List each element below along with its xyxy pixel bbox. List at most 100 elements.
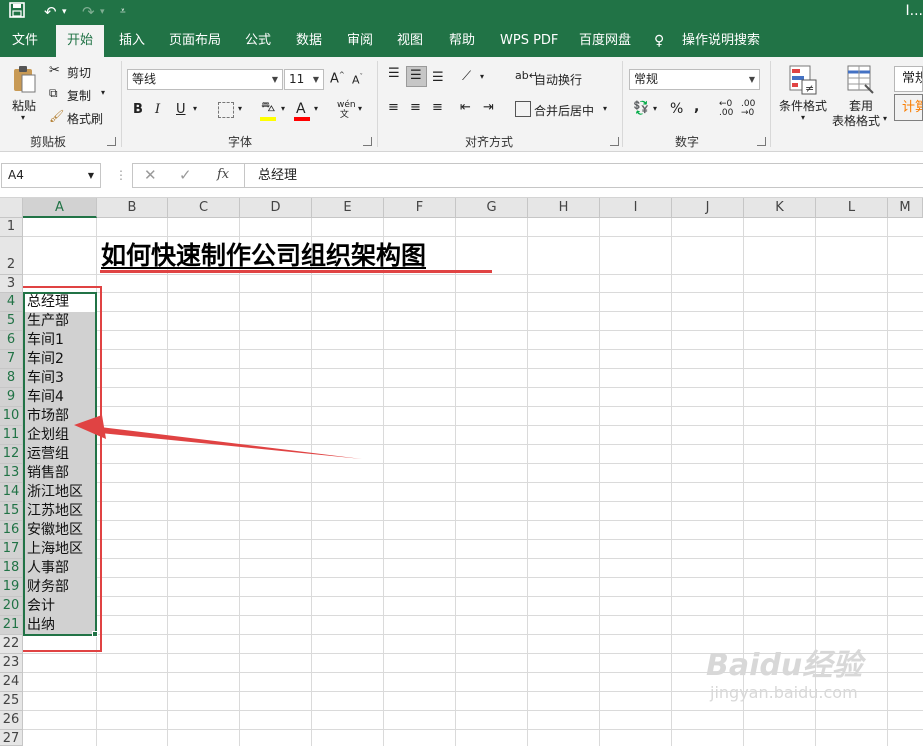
fill-color-dropdown-icon[interactable]: ▾ (281, 104, 285, 113)
undo-dropdown-icon[interactable]: ▾ (62, 2, 67, 22)
tab-home[interactable]: 开始 (56, 25, 104, 58)
row-header-6[interactable]: 6 (0, 331, 23, 350)
row-header-17[interactable]: 17 (0, 540, 23, 559)
paste-icon[interactable] (11, 65, 37, 95)
phonetic-icon[interactable]: wén 文 (337, 100, 356, 120)
save-icon[interactable] (9, 2, 25, 22)
row-header-15[interactable]: 15 (0, 502, 23, 521)
copy-button[interactable]: 复制 (67, 87, 91, 104)
tab-view[interactable]: 视图 (397, 25, 423, 57)
cancel-icon[interactable]: ✕ (144, 166, 157, 184)
column-header-f[interactable]: F (384, 198, 456, 218)
row-header-23[interactable]: 23 (0, 654, 23, 673)
currency-dropdown-icon[interactable]: ▾ (653, 104, 657, 113)
column-header-a[interactable]: A (23, 198, 97, 218)
column-header-d[interactable]: D (240, 198, 312, 218)
shrink-font-icon[interactable]: Aˇ (352, 73, 363, 87)
tell-me-search[interactable]: 操作说明搜索 (682, 25, 760, 57)
tab-file[interactable]: 文件 (12, 25, 38, 57)
tab-data[interactable]: 数据 (296, 25, 322, 57)
conditional-format-icon[interactable]: ≠ (789, 65, 817, 95)
column-header-e[interactable]: E (312, 198, 384, 218)
underline-button[interactable]: U (176, 102, 186, 117)
row-header-2[interactable]: 2 (0, 237, 23, 275)
row-header-18[interactable]: 18 (0, 559, 23, 578)
name-box[interactable]: A4 ▼ (1, 163, 101, 188)
customize-toolbar-icon[interactable]: ⩡ (120, 2, 126, 22)
row-header-1[interactable]: 1 (0, 218, 23, 237)
row-header-21[interactable]: 21 (0, 616, 23, 635)
column-header-h[interactable]: H (528, 198, 600, 218)
paste-dropdown-icon[interactable]: ▾ (21, 113, 25, 122)
phonetic-dropdown-icon[interactable]: ▾ (358, 104, 362, 113)
decrease-indent-icon[interactable]: ⇤ (460, 100, 471, 115)
format-painter-button[interactable]: 格式刷 (67, 110, 103, 127)
row-header-4[interactable]: 4 (0, 293, 23, 312)
style-normal-cell[interactable]: 常规 (894, 66, 923, 92)
tab-review[interactable]: 审阅 (347, 25, 373, 57)
comma-button[interactable]: , (694, 99, 699, 115)
italic-button[interactable]: I (155, 102, 160, 117)
increase-decimal-icon[interactable]: ←0.00 (719, 100, 733, 118)
tab-help[interactable]: 帮助 (449, 25, 475, 57)
grow-font-icon[interactable]: A^ (330, 71, 345, 86)
cut-icon[interactable]: ✂ (49, 63, 60, 78)
row-header-9[interactable]: 9 (0, 388, 23, 407)
style-calculation-cell[interactable]: 计算 (894, 94, 923, 121)
lightbulb-icon[interactable]: ♀ (654, 25, 664, 57)
row-header-20[interactable]: 20 (0, 597, 23, 616)
bottom-align-icon[interactable]: ☰ (432, 71, 444, 84)
currency-icon[interactable]: 💱 (633, 101, 649, 116)
number-format-select[interactable]: 常规 ▼ (629, 69, 760, 90)
fill-color-icon[interactable]: ⛍ (261, 99, 275, 117)
row-header-12[interactable]: 12 (0, 445, 23, 464)
format-as-table-label-2[interactable]: 表格格式 (832, 112, 880, 129)
underline-dropdown-icon[interactable]: ▾ (193, 104, 197, 113)
column-header-m[interactable]: M (888, 198, 923, 218)
row-header-19[interactable]: 19 (0, 578, 23, 597)
row-header-16[interactable]: 16 (0, 521, 23, 540)
percent-button[interactable]: % (670, 101, 683, 117)
row-header-22[interactable]: 22 (0, 635, 23, 654)
conditional-format-dropdown-icon[interactable]: ▾ (801, 113, 805, 122)
conditional-format-button[interactable]: 条件格式 (779, 97, 827, 114)
row-header-27[interactable]: 27 (0, 730, 23, 746)
undo-icon[interactable]: ↶ (44, 2, 57, 22)
clipboard-launcher-icon[interactable] (107, 137, 116, 146)
top-align-icon[interactable]: ☰ (388, 67, 400, 80)
increase-indent-icon[interactable]: ⇥ (483, 100, 494, 115)
select-all-corner[interactable] (0, 198, 23, 218)
row-header-7[interactable]: 7 (0, 350, 23, 369)
column-header-l[interactable]: L (816, 198, 888, 218)
row-header-11[interactable]: 11 (0, 426, 23, 445)
merge-center-button[interactable]: 合并后居中 (534, 102, 594, 119)
redo-dropdown-icon[interactable]: ▾ (100, 2, 105, 22)
border-dropdown-icon[interactable]: ▾ (238, 104, 242, 113)
column-header-i[interactable]: I (600, 198, 672, 218)
font-launcher-icon[interactable] (363, 137, 372, 146)
align-right-icon[interactable]: ≡ (432, 100, 443, 115)
copy-icon[interactable]: ⧉ (49, 86, 58, 101)
insert-function-button[interactable]: fx (217, 167, 229, 182)
row-header-3[interactable]: 3 (0, 275, 23, 293)
align-center-icon[interactable]: ≡ (410, 100, 421, 115)
font-name-select[interactable]: 等线 ▼ (127, 69, 283, 90)
column-header-j[interactable]: J (672, 198, 744, 218)
row-header-14[interactable]: 14 (0, 483, 23, 502)
row-header-8[interactable]: 8 (0, 369, 23, 388)
cut-button[interactable]: 剪切 (67, 64, 91, 81)
wrap-text-button[interactable]: 自动换行 (534, 71, 582, 88)
tab-formulas[interactable]: 公式 (245, 25, 271, 57)
row-header-13[interactable]: 13 (0, 464, 23, 483)
format-as-table-icon[interactable] (847, 65, 875, 95)
column-header-b[interactable]: B (97, 198, 168, 218)
column-header-k[interactable]: K (744, 198, 816, 218)
column-header-c[interactable]: C (168, 198, 240, 218)
sheet-title[interactable]: 如何快速制作公司组织架构图 (101, 238, 426, 274)
redo-icon[interactable]: ↷ (82, 2, 95, 22)
copy-dropdown-icon[interactable]: ▾ (101, 88, 105, 97)
merge-center-icon[interactable] (515, 101, 531, 117)
row-header-10[interactable]: 10 (0, 407, 23, 426)
column-header-g[interactable]: G (456, 198, 528, 218)
font-size-select[interactable]: 11 ▼ (284, 69, 324, 90)
